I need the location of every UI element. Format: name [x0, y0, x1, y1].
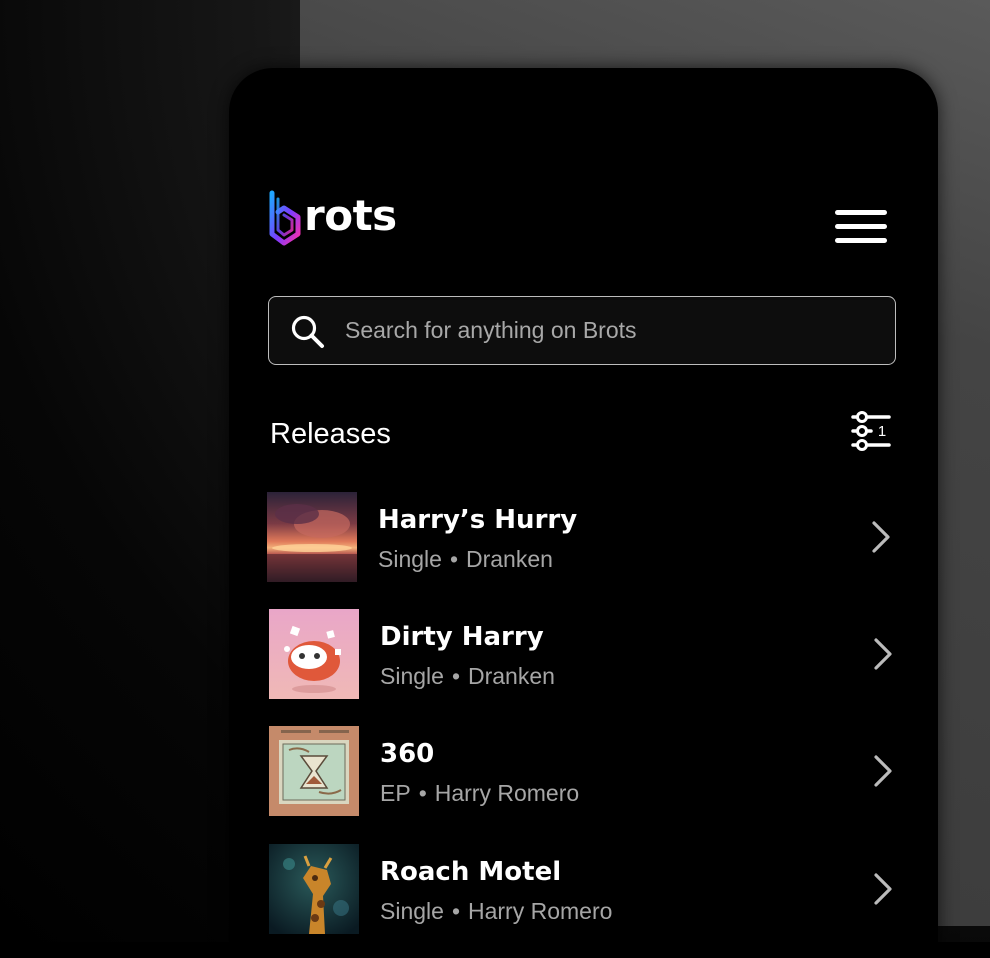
release-meta: Single • Dranken [378, 544, 553, 574]
hamburger-menu-icon [835, 210, 887, 215]
release-cover-image [269, 726, 359, 816]
release-artist: Dranken [466, 546, 553, 572]
filter-count-badge: 1 [878, 423, 886, 440]
chevron-right-icon [874, 755, 892, 787]
brots-b-logo-icon [269, 190, 301, 246]
chevron-right-icon [874, 873, 892, 905]
release-item[interactable]: 360 EP • Harry Romero [267, 726, 897, 818]
release-cover-image [269, 609, 359, 699]
release-title: Roach Motel [380, 857, 562, 887]
release-type: EP [380, 780, 411, 806]
separator-dot: • [449, 546, 458, 572]
search-bar[interactable] [268, 296, 896, 365]
hamburger-menu-icon [835, 238, 887, 243]
chevron-right-icon [872, 521, 890, 553]
release-cover-image [269, 844, 359, 934]
separator-dot: • [451, 898, 460, 924]
release-artist: Harry Romero [434, 780, 580, 806]
release-type: Single [378, 546, 442, 572]
release-meta: Single • Harry Romero [380, 896, 612, 926]
release-title: Harry’s Hurry [378, 505, 578, 535]
menu-button[interactable] [833, 208, 889, 246]
filter-sliders-icon: 1 [851, 411, 891, 451]
search-input[interactable] [345, 297, 875, 363]
release-type: Single [380, 898, 444, 924]
filter-button[interactable]: 1 [849, 408, 895, 456]
phone-screen: rots Releases 1 [229, 68, 938, 958]
section-title-releases: Releases [270, 418, 391, 450]
brots-logo[interactable]: rots [267, 188, 397, 248]
search-icon [291, 315, 324, 348]
chevron-right-icon [874, 638, 892, 670]
release-item[interactable]: Harry’s Hurry Single • Dranken [267, 492, 897, 584]
release-type: Single [380, 663, 444, 689]
release-artist: Harry Romero [468, 898, 613, 924]
release-title: Dirty Harry [380, 622, 544, 652]
hamburger-menu-icon [835, 224, 887, 229]
release-item[interactable]: Roach Motel Single • Harry Romero [267, 844, 897, 936]
release-title: 360 [380, 739, 435, 769]
separator-dot: • [418, 780, 427, 806]
release-item[interactable]: Dirty Harry Single • Dranken [267, 609, 897, 701]
brand-wordmark: rots [304, 191, 397, 240]
release-meta: Single • Dranken [380, 661, 555, 691]
separator-dot: • [451, 663, 460, 689]
release-cover-image [267, 492, 357, 582]
release-artist: Dranken [468, 663, 555, 689]
release-meta: EP • Harry Romero [380, 778, 579, 808]
